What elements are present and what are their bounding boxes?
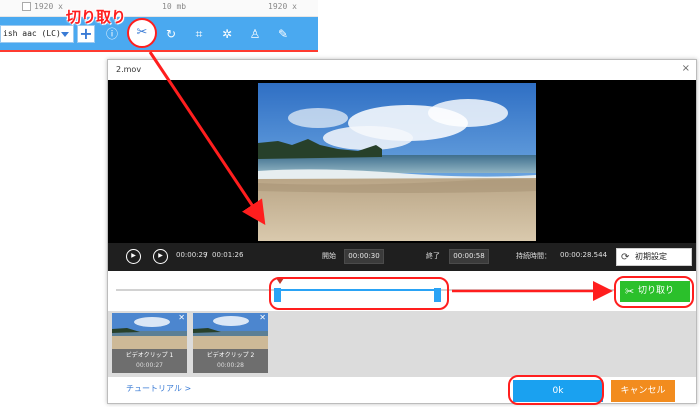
clip-name: ビデオクリップ 1 (125, 352, 174, 359)
video-preview (108, 80, 696, 243)
remove-clip-icon[interactable]: ✕ (259, 313, 266, 322)
cut-button-highlight (614, 276, 694, 308)
start-label: 開始 (322, 252, 336, 260)
step-forward-icon[interactable]: ▶ (153, 249, 168, 264)
top-toolbar: 1920 x 10 mb 1920 x ish aac (LC) + ⓘ ↻ ⌗… (0, 0, 318, 52)
info-icon[interactable]: ⓘ (104, 26, 120, 42)
beach-scene-image (258, 83, 536, 241)
remove-clip-icon[interactable]: ✕ (178, 313, 185, 322)
clip-name: ビデオクリップ 2 (206, 352, 255, 359)
close-icon[interactable]: × (682, 63, 690, 74)
cut-callout-label: 切り取り (66, 8, 127, 26)
audio-codec-select[interactable]: ish aac (LC) (0, 25, 74, 43)
watermark-icon[interactable]: ♙ (247, 26, 263, 42)
ok-button-highlight (508, 375, 604, 405)
rotate-icon[interactable]: ↻ (163, 26, 179, 42)
scissors-tool-button[interactable]: ✂ (127, 18, 157, 48)
audio-codec-value: ish aac (LC) (3, 29, 61, 38)
clip-item[interactable]: ✕ ビデオクリップ 1 00:00:27 (112, 313, 187, 373)
trim-dialog: 2.mov × ▶ ▶ 00:00:29 / 00:01:26 開始 00:00… (107, 59, 697, 404)
subtitle-edit-icon[interactable]: ✎ (275, 26, 291, 42)
start-time-input[interactable]: 00:00:30 (344, 249, 384, 264)
edit-tool-row: ish aac (LC) + ⓘ ↻ ⌗ ✲ ♙ ✎ (0, 17, 318, 52)
end-time-input[interactable]: 00:00:58 (449, 249, 489, 264)
file-size-text: 10 mb (162, 2, 187, 11)
reset-label: 初期設定 (635, 252, 667, 261)
clip-duration: 00:00:27 (136, 362, 163, 369)
duration-label: 持続時間： (516, 252, 551, 260)
resolution-text: 1920 x (34, 2, 63, 11)
screenshot-root: 1920 x 10 mb 1920 x ish aac (LC) + ⓘ ↻ ⌗… (0, 0, 700, 407)
cancel-button[interactable]: キャンセル (611, 380, 675, 402)
reset-button[interactable]: ⟳ 初期設定 (616, 248, 692, 266)
chevron-down-icon (61, 32, 69, 37)
current-time: 00:00:29 (176, 251, 208, 259)
resolution-text-2: 1920 x (268, 2, 297, 11)
file-info-strip: 1920 x 10 mb 1920 x (0, 0, 318, 17)
add-audio-button[interactable]: + (77, 25, 95, 43)
total-time: 00:01:26 (212, 251, 244, 259)
refresh-icon: ⟳ (621, 252, 630, 263)
effects-icon[interactable]: ✲ (219, 26, 235, 42)
clip-thumbnail (112, 313, 187, 349)
clip-list: ✕ ビデオクリップ 1 00:00:27 ✕ ビデオクリップ 2 00:00:2… (108, 311, 696, 377)
playback-controls: ▶ ▶ 00:00:29 / 00:01:26 開始 00:00:30 終了 0… (108, 243, 696, 271)
clip-item[interactable]: ✕ ビデオクリップ 2 00:00:28 (193, 313, 268, 373)
video-frame (258, 83, 536, 241)
clip-thumbnail (193, 313, 268, 349)
crop-icon[interactable]: ⌗ (191, 26, 207, 42)
end-label: 終了 (426, 252, 440, 260)
dialog-title: 2.mov (116, 65, 142, 74)
scissors-icon: ✂ (136, 25, 148, 40)
duration-value: 00:00:28.544 (560, 251, 608, 259)
trim-range-highlight (269, 277, 449, 310)
file-checkbox[interactable] (22, 2, 31, 11)
tutorial-link[interactable]: チュートリアル > (126, 383, 191, 394)
time-separator: / (205, 251, 208, 259)
clip-duration: 00:00:28 (217, 362, 244, 369)
play-icon[interactable]: ▶ (126, 249, 141, 264)
